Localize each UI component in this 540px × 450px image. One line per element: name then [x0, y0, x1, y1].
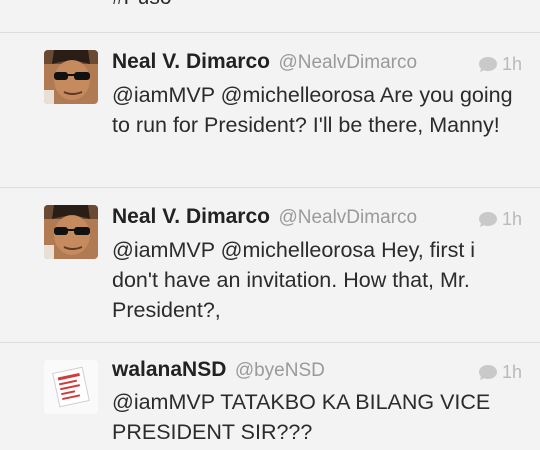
tweet-header: Neal V. Dimarco @NealvDimarco 1h: [112, 50, 540, 78]
user-name[interactable]: Neal V. Dimarco: [112, 205, 270, 228]
tweet-text: @iamMVP @michelleorosa Hey, first i don'…: [112, 238, 476, 322]
tweet-item[interactable]: walanaNSD @byeNSD 1h @iamMVP TATAKBO KA …: [0, 342, 540, 450]
user-name[interactable]: Neal V. Dimarco: [112, 50, 270, 73]
tweet-text: #Puso: [112, 0, 172, 10]
user-avatar-sunglasses[interactable]: [44, 205, 98, 259]
user-avatar-card[interactable]: [44, 360, 98, 414]
tweet-item[interactable]: Neal V. Dimarco @NealvDimarco 1h @iamMVP…: [0, 32, 540, 188]
tweet-text: @iamMVP TATAKBO KA BILANG VICE PRESIDENT…: [112, 390, 491, 444]
tweet-meta: 1h: [478, 362, 522, 383]
tweet-meta: 1h: [478, 209, 522, 230]
user-avatar-sunglasses[interactable]: [44, 50, 98, 104]
tweet-time: 1h: [501, 362, 522, 382]
tweet-text: @iamMVP @michelleorosa Are you going to …: [112, 83, 513, 137]
reply-bubble-icon: [478, 57, 497, 72]
user-handle[interactable]: @NealvDimarco: [278, 207, 417, 228]
reply-bubble-icon: [478, 212, 497, 227]
tweet-meta: 1h: [478, 54, 522, 75]
tweet-header: Neal V. Dimarco @NealvDimarco 1h: [112, 205, 540, 233]
timeline: #Puso Neal V. Dimarco @NealvDimarco: [0, 0, 540, 450]
tweet-partial[interactable]: #Puso: [0, 0, 540, 33]
user-handle[interactable]: @byeNSD: [235, 360, 325, 381]
tweet-time: 1h: [501, 209, 522, 229]
user-handle[interactable]: @NealvDimarco: [278, 52, 417, 73]
user-name[interactable]: walanaNSD: [112, 358, 226, 381]
tweet-time: 1h: [501, 54, 522, 74]
tweet-item[interactable]: Neal V. Dimarco @NealvDimarco 1h @iamMVP…: [0, 187, 540, 343]
reply-bubble-icon: [478, 365, 497, 380]
tweet-header: walanaNSD @byeNSD 1h: [112, 358, 540, 386]
